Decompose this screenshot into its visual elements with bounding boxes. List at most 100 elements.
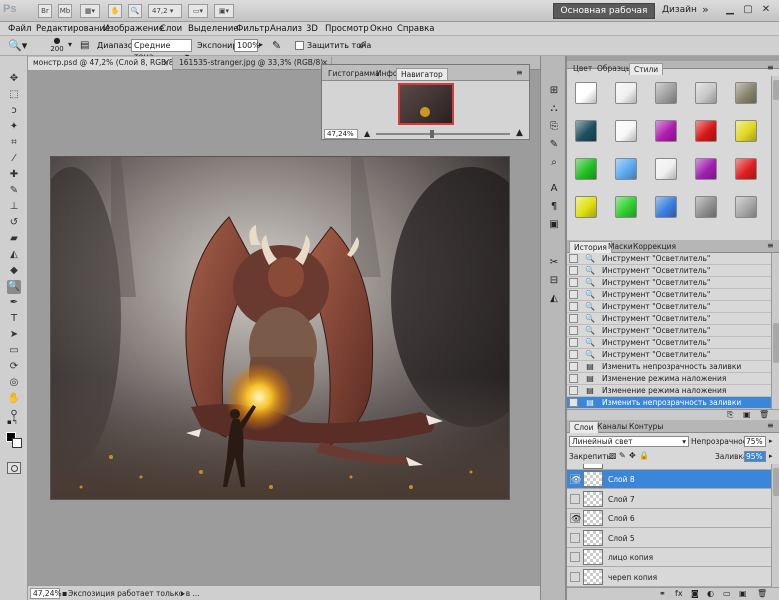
- history-brush-source-box[interactable]: [569, 338, 578, 347]
- style-swatch[interactable]: [655, 120, 677, 142]
- opacity-input[interactable]: 75%: [744, 436, 766, 447]
- history-brush-source-box[interactable]: [569, 398, 578, 407]
- 3d-orbit-tool[interactable]: ◎: [7, 376, 21, 390]
- style-swatch[interactable]: [735, 158, 757, 180]
- layer-row[interactable]: Слой 5: [567, 529, 771, 548]
- path-selection-tool[interactable]: ➤: [7, 328, 21, 342]
- menu-file[interactable]: Файл: [8, 24, 31, 34]
- menu-image[interactable]: Изображение: [103, 24, 164, 34]
- panel-menu-icon[interactable]: ≡: [767, 421, 774, 430]
- eye-icon[interactable]: 👁: [570, 513, 581, 523]
- range-select[interactable]: Средние тона▾: [131, 39, 192, 61]
- blend-mode-select[interactable]: Линейный свет ▾: [569, 436, 689, 447]
- minimize-button[interactable]: ▁: [722, 2, 738, 18]
- new-layer-icon[interactable]: ▣: [739, 589, 747, 598]
- style-swatch[interactable]: [735, 120, 757, 142]
- layer-row[interactable]: череп копия: [567, 568, 771, 587]
- zoom-level-field[interactable]: 47,2 ▾: [148, 4, 182, 18]
- menu-analysis[interactable]: Анализ: [270, 24, 302, 34]
- brush-dropdown-arrow[interactable]: ▾: [68, 40, 72, 49]
- type-tool[interactable]: T: [7, 312, 21, 326]
- navigator-zoom-slider[interactable]: [376, 133, 510, 135]
- healing-brush-tool[interactable]: ✚: [7, 168, 21, 182]
- eye-icon[interactable]: 👁: [570, 474, 581, 484]
- zoom-tool-button[interactable]: 🔍: [128, 4, 142, 18]
- history-item[interactable]: ▤ Изменить непрозрачность заливки: [567, 361, 771, 373]
- brush-panel-button[interactable]: ▤: [80, 40, 89, 51]
- menu-3d[interactable]: 3D: [306, 24, 318, 34]
- exposure-input[interactable]: 100%: [234, 39, 260, 52]
- history-scrollbar[interactable]: [771, 253, 779, 409]
- hand-tool[interactable]: ✋: [7, 392, 21, 406]
- pen-tool[interactable]: ✒: [7, 296, 21, 310]
- history-brush-source-box[interactable]: [569, 278, 578, 287]
- navigator-slider-handle[interactable]: [430, 130, 434, 138]
- workspace-essentials-button[interactable]: Основная рабочая среда: [553, 3, 655, 31]
- shape-tool[interactable]: ▭: [7, 344, 21, 358]
- style-swatch[interactable]: [695, 120, 717, 142]
- eye-icon[interactable]: [570, 552, 580, 562]
- new-snapshot-icon[interactable]: ⎘: [727, 410, 733, 420]
- layer-style-icon[interactable]: fx: [675, 589, 683, 598]
- doc-tab-monster[interactable]: монстр.psd @ 47,2% (Слой 8, RGB/8) * ×: [28, 57, 173, 70]
- tools-options-icon[interactable]: ✂: [547, 256, 561, 270]
- history-brush-source-box[interactable]: [569, 326, 578, 335]
- history-item[interactable]: 🔍 Инструмент "Осветлитель": [567, 289, 771, 301]
- view-extras-button[interactable]: ▦▾: [80, 4, 100, 18]
- hand-tool-button[interactable]: ✋: [108, 4, 122, 18]
- dodge-tool[interactable]: 🔍: [7, 280, 21, 294]
- new-document-icon[interactable]: ▣: [743, 410, 751, 419]
- history-item[interactable]: ▤ Изменение режима наложения: [567, 385, 771, 397]
- style-swatch[interactable]: [735, 82, 757, 104]
- history-item[interactable]: 🔍 Инструмент "Осветлитель": [567, 349, 771, 361]
- history-brush-tool[interactable]: ↺: [7, 216, 21, 230]
- lasso-tool[interactable]: ↄ: [7, 104, 21, 118]
- tab-adjustments[interactable]: Коррекция: [629, 241, 680, 253]
- paragraph-icon[interactable]: ¶: [547, 200, 561, 214]
- close-window-button[interactable]: ✕: [758, 2, 774, 18]
- history-brush-source-box[interactable]: [569, 254, 578, 263]
- history-brush-source-box[interactable]: [569, 302, 578, 311]
- actions-icon[interactable]: ⊞: [547, 84, 561, 98]
- style-swatch[interactable]: [695, 196, 717, 218]
- fill-arrow[interactable]: ▸: [769, 452, 773, 460]
- style-swatch[interactable]: [615, 196, 637, 218]
- mini-bridge-button[interactable]: Mb: [58, 4, 72, 18]
- tab-navigator[interactable]: Навигатор: [396, 68, 448, 80]
- 3d-icon[interactable]: ◭: [547, 292, 561, 306]
- history-brush-source-box[interactable]: [569, 374, 578, 383]
- style-swatch[interactable]: [575, 158, 597, 180]
- menu-layers[interactable]: Слои: [160, 24, 182, 34]
- eraser-tool[interactable]: ▰: [7, 232, 21, 246]
- brush-tool[interactable]: ✎: [7, 184, 21, 198]
- quick-selection-tool[interactable]: ✦: [7, 120, 21, 134]
- maximize-button[interactable]: ▢: [740, 2, 756, 18]
- layer-mask-icon[interactable]: ◙: [691, 589, 699, 598]
- layer-row[interactable]: лицо копия: [567, 548, 771, 567]
- airbrush-button[interactable]: ✎: [272, 39, 281, 52]
- history-brush-source-box[interactable]: [569, 386, 578, 395]
- clone-stamp-tool[interactable]: ⊥: [7, 200, 21, 214]
- layer-row[interactable]: 👁 Слой 8: [567, 470, 771, 489]
- style-swatch[interactable]: [655, 158, 677, 180]
- lock-transparency-icon[interactable]: ▨: [609, 451, 617, 460]
- panel-menu-icon[interactable]: ≡: [767, 63, 774, 72]
- 3d-rotate-tool[interactable]: ⟳: [7, 360, 21, 374]
- menu-help[interactable]: Справка: [397, 24, 434, 34]
- exposure-dropdown-arrow[interactable]: ▸: [259, 40, 263, 49]
- history-item[interactable]: 🔍 Инструмент "Осветлитель": [567, 253, 771, 265]
- trash-icon[interactable]: 🗑: [757, 589, 767, 598]
- history-item[interactable]: 🔍 Инструмент "Осветлитель": [567, 265, 771, 277]
- layers-scrollbar[interactable]: [771, 464, 779, 587]
- fill-input[interactable]: 95%: [744, 451, 766, 462]
- navigator-zoom-input[interactable]: 47,24%: [324, 129, 358, 139]
- screen-mode-button[interactable]: ▣▾: [214, 4, 234, 18]
- menu-edit[interactable]: Редактирование: [36, 24, 110, 34]
- brush-presets-icon[interactable]: ⛬: [547, 102, 561, 116]
- menu-select[interactable]: Выделение: [188, 24, 239, 34]
- menu-filter[interactable]: Фильтр: [236, 24, 270, 34]
- styles-scrollbar[interactable]: [771, 76, 779, 240]
- tab-paths[interactable]: Контуры: [625, 421, 667, 433]
- style-swatch[interactable]: [615, 158, 637, 180]
- history-item[interactable]: 🔍 Инструмент "Осветлитель": [567, 325, 771, 337]
